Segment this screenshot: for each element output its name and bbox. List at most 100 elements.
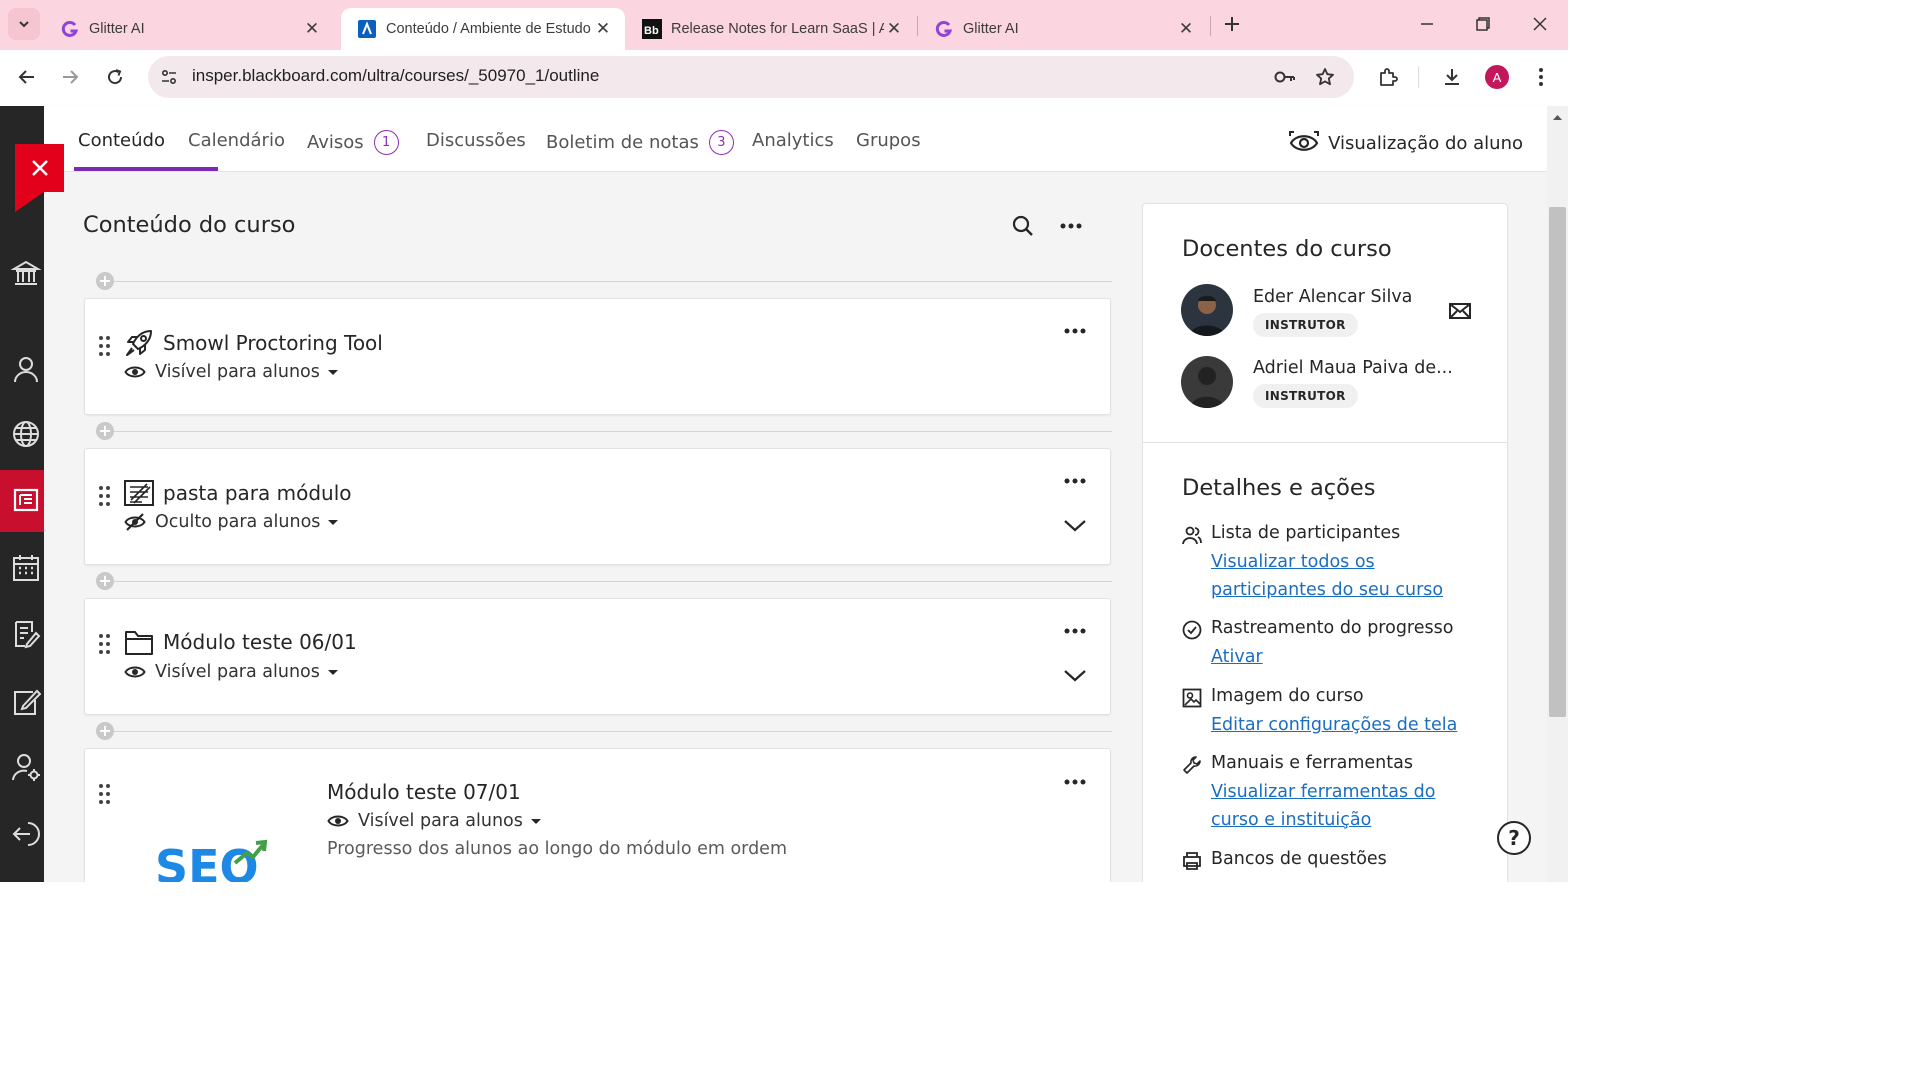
detail-link[interactable]: Ativar [1211, 644, 1481, 672]
content-item-title[interactable]: Módulo teste 06/01 [163, 630, 357, 654]
content-item-card[interactable]: SEO Módulo teste 07/01 Visível para alun… [84, 748, 1111, 882]
browser-tab-1[interactable]: Glitter AI ✕ [44, 8, 334, 50]
bookmark-star-icon[interactable] [1308, 60, 1342, 94]
tab-title: Conteúdo / Ambiente de Estudo [386, 21, 591, 37]
add-content-row[interactable]: + [86, 722, 1112, 742]
detail-label: Bancos de questões [1211, 849, 1387, 869]
content-item-card[interactable]: Smowl Proctoring Tool Visível para aluno… [84, 298, 1111, 415]
restore-button[interactable] [1463, 8, 1503, 40]
tab-search-dropdown[interactable] [8, 8, 40, 40]
left-navigation [0, 106, 44, 882]
password-key-icon[interactable] [1268, 60, 1302, 94]
profile-nav-icon[interactable] [8, 351, 44, 387]
tab-conteudo[interactable]: Conteúdo [78, 130, 165, 151]
downloads-button[interactable] [1435, 60, 1469, 94]
tab-calendario[interactable]: Calendário [188, 130, 285, 151]
instructor-name[interactable]: Adriel Maua Paiva de... [1253, 358, 1453, 378]
tab-boletim[interactable]: Boletim de notas 3 [546, 130, 734, 155]
institution-nav-icon[interactable] [8, 256, 44, 292]
reload-button[interactable] [98, 60, 132, 94]
tab-discussoes[interactable]: Discussões [426, 130, 526, 151]
visibility-dropdown[interactable]: Visível para alunos [124, 662, 338, 682]
add-content-row[interactable]: + [86, 572, 1112, 592]
tab-separator [1210, 16, 1211, 36]
content-item-title[interactable]: Módulo teste 07/01 [327, 780, 521, 804]
content-item-card[interactable]: Módulo teste 06/01 Visível para alunos [84, 598, 1111, 715]
search-icon[interactable] [1007, 210, 1039, 242]
add-content-plus-icon[interactable]: + [96, 572, 114, 590]
instructor-avatar[interactable] [1181, 284, 1233, 336]
drag-handle-icon[interactable] [98, 783, 112, 805]
edit-nav-icon[interactable] [8, 684, 44, 720]
menu-button[interactable] [1524, 60, 1558, 94]
new-tab-button[interactable] [1212, 8, 1252, 40]
courses-nav-icon[interactable] [8, 482, 44, 518]
url-text[interactable]: insper.blackboard.com/ultra/courses/_509… [192, 66, 599, 86]
drag-handle-icon[interactable] [98, 335, 112, 357]
add-content-plus-icon[interactable]: + [96, 722, 114, 740]
tab-analytics[interactable]: Analytics [752, 130, 834, 151]
back-button[interactable] [10, 60, 44, 94]
visibility-dropdown[interactable]: Visível para alunos [124, 362, 338, 382]
scroll-up-arrow-icon[interactable] [1547, 110, 1568, 126]
more-options-icon[interactable] [1060, 772, 1090, 792]
extensions-button[interactable] [1371, 60, 1405, 94]
tab-close-icon[interactable]: ✕ [593, 19, 613, 39]
grades-nav-icon[interactable] [8, 616, 44, 652]
forward-button[interactable] [53, 60, 87, 94]
tab-title: Glitter AI [963, 21, 1019, 37]
page-scrollbar-thumb[interactable] [1549, 207, 1566, 717]
logout-nav-icon[interactable] [8, 816, 44, 852]
tab-close-icon[interactable]: ✕ [1176, 19, 1196, 39]
help-button[interactable]: ? [1497, 821, 1531, 855]
more-options-icon[interactable] [1060, 621, 1090, 641]
instructor-avatar[interactable] [1181, 356, 1233, 408]
instructor-name[interactable]: Eder Alencar Silva [1253, 287, 1412, 307]
student-view-button[interactable]: Visualização do aluno [1288, 130, 1523, 156]
add-content-row[interactable]: + [86, 422, 1112, 442]
browser-tab-2[interactable]: Conteúdo / Ambiente de Estudo ✕ [341, 8, 625, 50]
drag-handle-icon[interactable] [98, 633, 112, 655]
add-content-plus-icon[interactable]: + [96, 422, 114, 440]
more-options-icon[interactable] [1060, 321, 1090, 341]
visibility-dropdown[interactable]: Visível para alunos [327, 811, 541, 831]
course-content-area: Conteúdo do curso + + + + Smowl Proctori… [44, 172, 1547, 882]
close-window-button[interactable] [1520, 8, 1560, 40]
browser-tab-4[interactable]: Glitter AI ✕ [918, 8, 1208, 50]
add-content-row[interactable]: + [86, 272, 1112, 292]
printer-icon [1183, 852, 1201, 870]
visibility-label: Visível para alunos [155, 662, 320, 682]
content-item-title[interactable]: pasta para módulo [163, 481, 352, 505]
more-options-icon[interactable] [1060, 471, 1090, 491]
tab-close-icon[interactable]: ✕ [884, 19, 904, 39]
tab-avisos[interactable]: Avisos 1 [307, 130, 399, 155]
tab-grupos[interactable]: Grupos [856, 130, 921, 151]
calendar-nav-icon[interactable] [8, 550, 44, 586]
drag-handle-icon[interactable] [98, 485, 112, 507]
instructors-heading: Docentes do curso [1182, 236, 1392, 262]
course-nav-tabs: Conteúdo Calendário Avisos 1 Discussões … [44, 106, 1547, 172]
tab-close-icon[interactable]: ✕ [302, 19, 322, 39]
chevron-down-icon[interactable] [1062, 665, 1088, 685]
more-options-icon[interactable] [1055, 210, 1087, 242]
address-bar[interactable]: insper.blackboard.com/ultra/courses/_509… [148, 56, 1354, 98]
browser-tab-3[interactable]: Bb Release Notes for Learn SaaS | A ✕ [626, 8, 916, 50]
add-content-plus-icon[interactable]: + [96, 272, 114, 290]
visibility-dropdown[interactable]: Oculto para alunos [124, 512, 339, 532]
detail-link[interactable]: Visualizar todos os participantes do seu… [1211, 549, 1481, 604]
detail-link[interactable]: Editar configurações de tela [1211, 712, 1481, 740]
instructor-role-badge: INSTRUTOR [1253, 313, 1358, 337]
content-item-title[interactable]: Smowl Proctoring Tool [163, 331, 383, 355]
message-icon[interactable] [1449, 302, 1471, 320]
chevron-down-icon[interactable] [1062, 515, 1088, 535]
content-item-card[interactable]: pasta para módulo Oculto para alunos [84, 448, 1111, 565]
close-course-button[interactable] [15, 144, 64, 192]
detail-link[interactable]: Visualizar ferramentas do curso e instit… [1211, 779, 1481, 834]
minimize-button[interactable] [1407, 8, 1447, 40]
tab-title: Glitter AI [89, 21, 145, 37]
site-info-icon[interactable] [152, 60, 186, 94]
image-icon [1182, 688, 1202, 708]
globe-nav-icon[interactable] [8, 416, 44, 452]
user-settings-nav-icon[interactable] [8, 749, 44, 785]
profile-avatar[interactable]: A [1485, 65, 1509, 89]
